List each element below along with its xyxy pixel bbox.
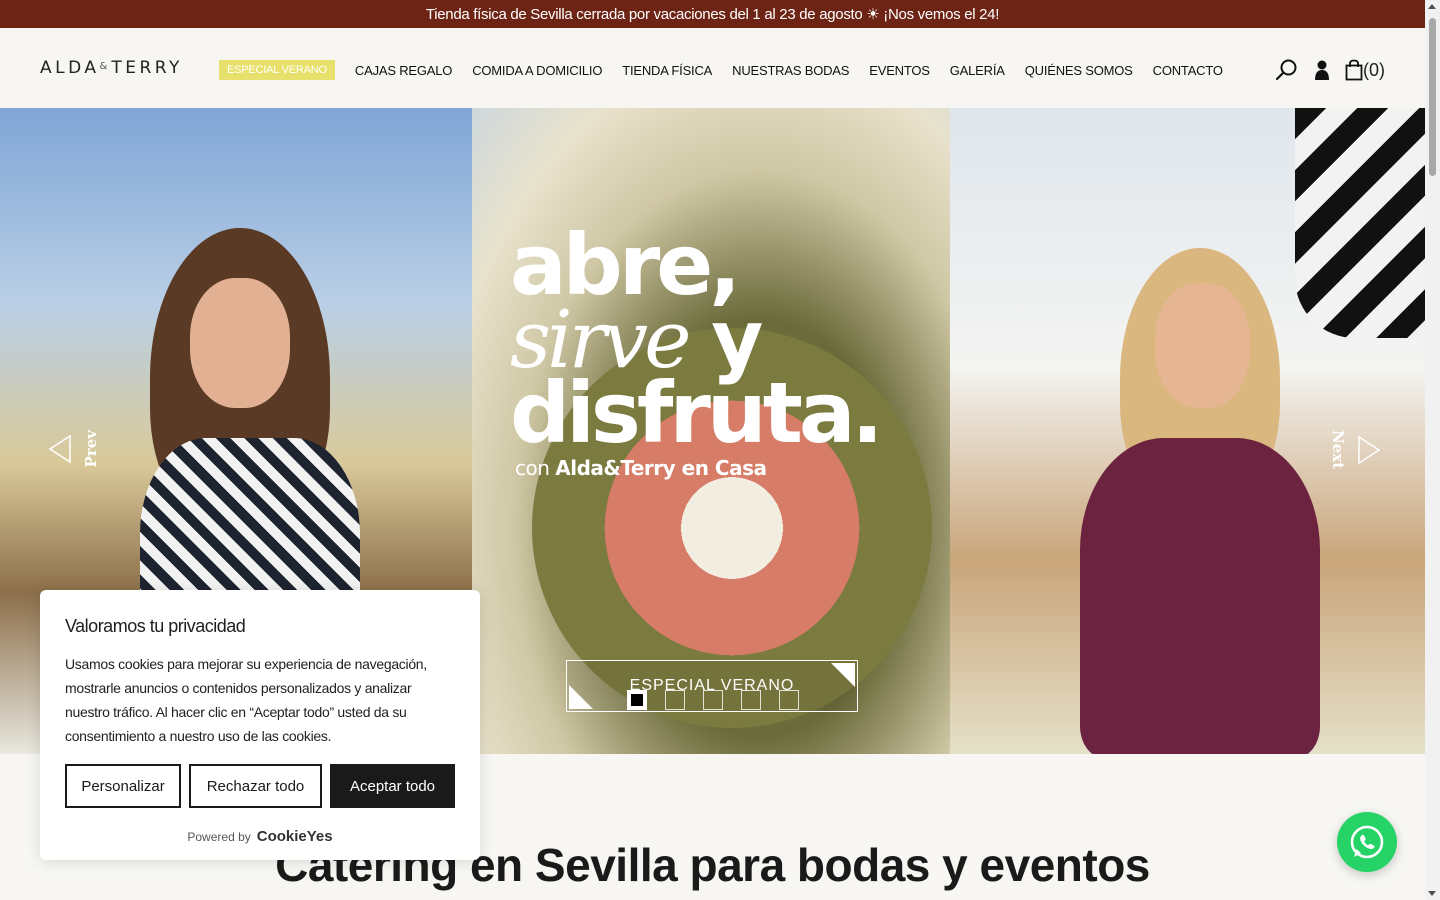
nav-quienes-somos[interactable]: QUIÉNES SOMOS [1025,63,1133,78]
slider-dot-3[interactable] [703,690,723,710]
nav-comida-domicilio[interactable]: COMIDA A DOMICILIO [472,63,602,78]
hero-line-4-pre: con [515,456,556,481]
person-face [190,278,290,408]
scroll-thumb[interactable] [1429,18,1436,176]
next-slide-button[interactable]: Next [1329,430,1381,469]
site-header: ALDA & TERRY ESPECIAL VERANO CAJAS REGAL… [0,28,1425,108]
hero-headline: abre, sirve y disfruta. con Alda&Terry e… [510,223,883,481]
announcement-bar: Tienda física de Sevilla cerrada por vac… [0,0,1425,28]
slider-dots [627,690,799,710]
page-scrollbar[interactable] [1425,0,1440,900]
next-label: Next [1329,430,1347,470]
person-dress [1080,438,1320,754]
cookie-buttons: Personalizar Rechazar todo Aceptar todo [65,764,455,808]
nav-contacto[interactable]: CONTACTO [1153,63,1223,78]
cookie-text: Usamos cookies para mejorar su experienc… [65,656,427,744]
cookie-title: Valoramos tu privacidad [65,616,246,636]
prev-label: Prev [82,430,100,468]
cart-icon [1345,59,1363,81]
slider-dot-2[interactable] [665,690,685,710]
cta-corner-decoration [831,663,855,687]
hero-line-4-bold: Alda&Terry en Casa [555,456,767,481]
whatsapp-icon [1350,825,1384,859]
triangle-right-icon [1358,435,1381,464]
cookie-customize-button[interactable]: Personalizar [65,764,181,808]
main-nav: ESPECIAL VERANO CAJAS REGALO COMIDA A DO… [219,60,1223,80]
prev-slide-button[interactable]: Prev [48,430,100,467]
scroll-down-arrow-icon[interactable] [1428,891,1436,896]
announcement-text: Tienda física de Sevilla cerrada por vac… [425,6,1000,23]
whatsapp-button[interactable] [1337,812,1397,872]
scroll-up-arrow-icon[interactable] [1428,4,1436,9]
hero-line-4: con Alda&Terry en Casa [510,456,879,481]
logo-left: ALDA [40,58,100,78]
cta-corner-decoration [569,685,593,709]
nav-tienda-fisica[interactable]: TIENDA FÍSICA [622,63,712,78]
site-logo[interactable]: ALDA & TERRY [40,58,183,78]
slider-dot-1[interactable] [627,690,647,710]
person-face [1155,283,1250,408]
triangle-left-icon [48,434,71,464]
cookie-accept-button[interactable]: Aceptar todo [330,764,455,808]
cookieyes-logo[interactable]: CookieYes [257,828,333,845]
hero-line-3: disfruta. [510,363,883,462]
cookie-reject-button[interactable]: Rechazar todo [189,764,322,808]
slider-dot-5[interactable] [779,690,799,710]
cookie-powered-by: Powered by CookieYes [65,828,455,845]
slider-dot-4[interactable] [741,690,761,710]
nav-cajas-regalo[interactable]: CAJAS REGALO [355,63,452,78]
cart-button[interactable]: (0) [1345,59,1385,81]
search-icon[interactable] [1275,58,1299,82]
nav-galeria[interactable]: GALERÍA [950,63,1005,78]
powered-by-label: Powered by [187,829,251,844]
striped-awning [1295,108,1425,338]
nav-especial-verano[interactable]: ESPECIAL VERANO [219,60,335,80]
cart-count: (0) [1363,59,1385,80]
logo-amp: & [99,60,108,72]
logo-right: TERRY [111,58,183,78]
user-icon[interactable] [1313,59,1331,81]
nav-eventos[interactable]: EVENTOS [869,63,930,78]
cookie-consent-banner: Valoramos tu privacidad Usamos cookies p… [40,590,480,860]
nav-nuestras-bodas[interactable]: NUESTRAS BODAS [732,63,849,78]
header-icons: (0) [1275,58,1385,82]
